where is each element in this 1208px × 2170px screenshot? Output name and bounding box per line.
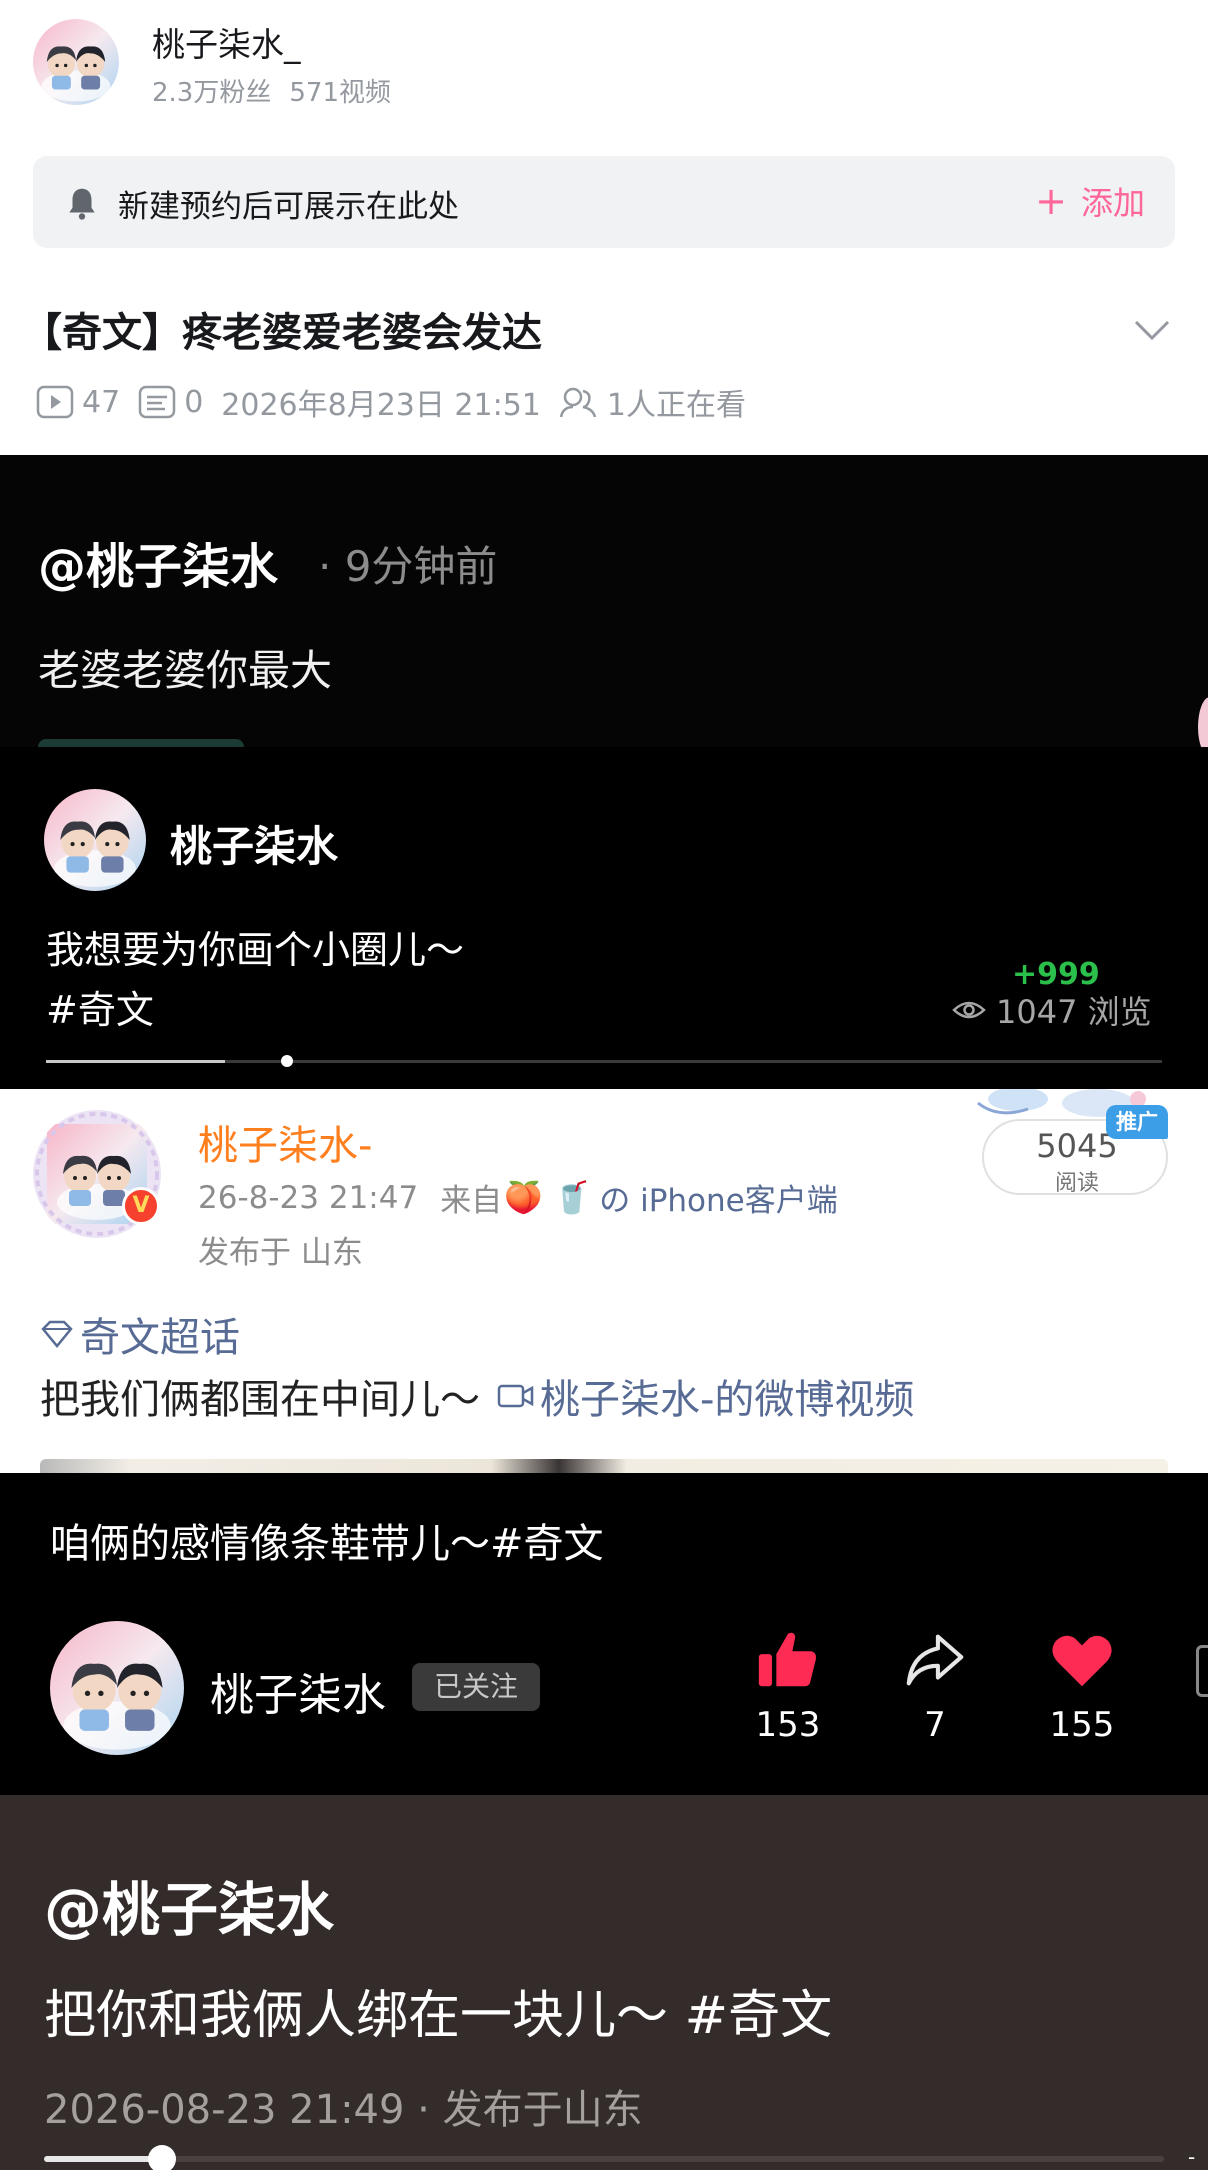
super-topic-link[interactable]: 奇文超话 — [40, 1305, 240, 1363]
progress-fill — [44, 2156, 156, 2162]
hashtag-link[interactable]: #奇文 — [46, 979, 154, 1034]
play-icon — [36, 385, 74, 419]
reserve-banner: 新建预约后可展示在此处 + 添加 — [33, 156, 1175, 248]
weibo-body: 把我们俩都围在中间儿～ 桃子柒水-的微博视频 — [40, 1367, 914, 1425]
share-arrow-icon — [906, 1634, 964, 1686]
comment-icon[interactable] — [1196, 1645, 1208, 1697]
followed-button[interactable]: 已关注 — [412, 1663, 540, 1711]
author-avatar[interactable] — [44, 789, 146, 891]
author-name[interactable]: 桃子柒水 — [210, 1659, 386, 1723]
people-icon — [559, 387, 597, 418]
weibo-username[interactable]: 桃子柒水- — [198, 1113, 372, 1171]
douyin-bottom-bar: 咱俩的感情像条鞋带儿～#奇文 桃子柒水 已关注 153 7 155 — [0, 1473, 1208, 1795]
edge-mark: - — [1188, 2145, 1196, 2169]
source-prefix: 来自 — [440, 1183, 503, 1219]
publish-location: 发布于 山东 — [198, 1235, 363, 1271]
image-preview-edge[interactable] — [40, 1459, 1168, 1473]
post-text: 老婆老婆你最大 — [38, 646, 333, 695]
weibo-post: V 桃子柒水- 26-8-23 21:47 来自 🍑 🥤 の iPhone客户端… — [0, 1089, 1208, 1473]
danmaku-count: 0 — [138, 385, 203, 420]
post-block-brown: @桃子柒水 把你和我俩人绑在一块儿～ #奇文 2026-08-23 21:49 … — [0, 1795, 1208, 2170]
weibo-time: 26-8-23 21:47 — [198, 1179, 419, 1216]
weibo-meta: 26-8-23 21:47 来自 🍑 🥤 の iPhone客户端 — [198, 1175, 838, 1220]
view-count: 1047 浏览 — [952, 987, 1152, 1033]
promote-badge[interactable]: 推广 — [1106, 1105, 1168, 1139]
favorite-count: 155 — [1049, 1705, 1115, 1745]
verified-badge-icon: V — [122, 1187, 160, 1225]
favorite-button[interactable]: 155 — [1027, 1625, 1137, 1745]
add-label: 添加 — [1080, 184, 1145, 222]
author-name[interactable]: 桃子柒水 — [170, 813, 338, 874]
post-text: 把你和我俩人绑在一块儿～ #奇文 — [44, 1986, 833, 2046]
chevron-down-icon[interactable] — [1134, 318, 1170, 342]
bell-icon — [69, 188, 95, 220]
heart-icon — [1052, 1635, 1112, 1687]
progress-handle[interactable] — [148, 2145, 176, 2170]
avatar-image-icon — [44, 789, 146, 891]
read-label: 阅读 — [1054, 1171, 1099, 1196]
progress-fill — [46, 1060, 225, 1063]
post-time: · 9分钟前 — [318, 542, 498, 591]
author-avatar[interactable] — [50, 1621, 184, 1755]
video-link-icon — [497, 1384, 534, 1408]
play-count: 47 — [36, 385, 120, 420]
publish-datetime: 2026年8月23日 21:51 — [221, 388, 541, 423]
progress-track[interactable] — [44, 2156, 1164, 2162]
videos-count: 571视频 — [289, 78, 391, 108]
source-emoji: 🍑 🥤 — [504, 1180, 592, 1216]
post-time-location: 2026-08-23 21:49 · 发布于山东 — [44, 2087, 643, 2133]
channel-stats: 2.3万粉丝 571视频 — [152, 72, 409, 109]
like-button[interactable]: 153 — [733, 1625, 843, 1745]
progress-handle[interactable] — [281, 1055, 293, 1067]
weibo-text: 把我们俩都围在中间儿～ — [40, 1377, 480, 1423]
avatar-image-icon — [50, 1621, 184, 1755]
diamond-icon — [41, 1320, 73, 1348]
thumbs-up-icon — [758, 1632, 816, 1687]
eye-icon — [952, 1001, 986, 1019]
danmaku-icon — [138, 385, 176, 419]
post-username[interactable]: @桃子柒水 — [44, 1863, 334, 1947]
plus-icon: + — [1035, 179, 1067, 223]
share-button[interactable]: 7 — [880, 1625, 990, 1745]
like-count: 153 — [755, 1705, 821, 1745]
add-reserve-button[interactable]: + 添加 — [1035, 178, 1145, 224]
video-meta: 47 0 2026年8月23日 21:51 1人正在看 — [36, 380, 764, 424]
post-block-dark: @桃子柒水 · 9分钟前 老婆老婆你最大 — [0, 455, 1208, 757]
douyin-overlay: 桃子柒水 我想要为你画个小圈儿～ #奇文 +999 1047 浏览 — [0, 747, 1208, 1089]
source-client[interactable]: の iPhone客户端 — [599, 1175, 838, 1220]
channel-avatar[interactable] — [33, 19, 119, 105]
channel-name[interactable]: 桃子柒水_ — [152, 18, 301, 66]
video-caption: 咱俩的感情像条鞋带儿～#奇文 — [50, 1521, 604, 1567]
video-title: 【奇文】疼老婆爱老婆会发达 — [22, 310, 542, 356]
fans-count: 2.3万粉丝 — [152, 78, 272, 108]
bili-channel-header: 桃子柒水_ 2.3万粉丝 571视频 新建预约后可展示在此处 + 添加 【奇文】疼老… — [0, 0, 1208, 455]
post-username[interactable]: @桃子柒水 — [38, 527, 278, 597]
share-count: 7 — [924, 1705, 946, 1745]
watching-now: 1人正在看 — [559, 380, 746, 424]
video-description: 我想要为你画个小圈儿～ — [46, 928, 465, 972]
weibo-video-link[interactable]: 桃子柒水-的微博视频 — [496, 1367, 914, 1425]
reserve-hint-text: 新建预约后可展示在此处 — [118, 189, 459, 225]
avatar-image-icon — [33, 19, 119, 105]
